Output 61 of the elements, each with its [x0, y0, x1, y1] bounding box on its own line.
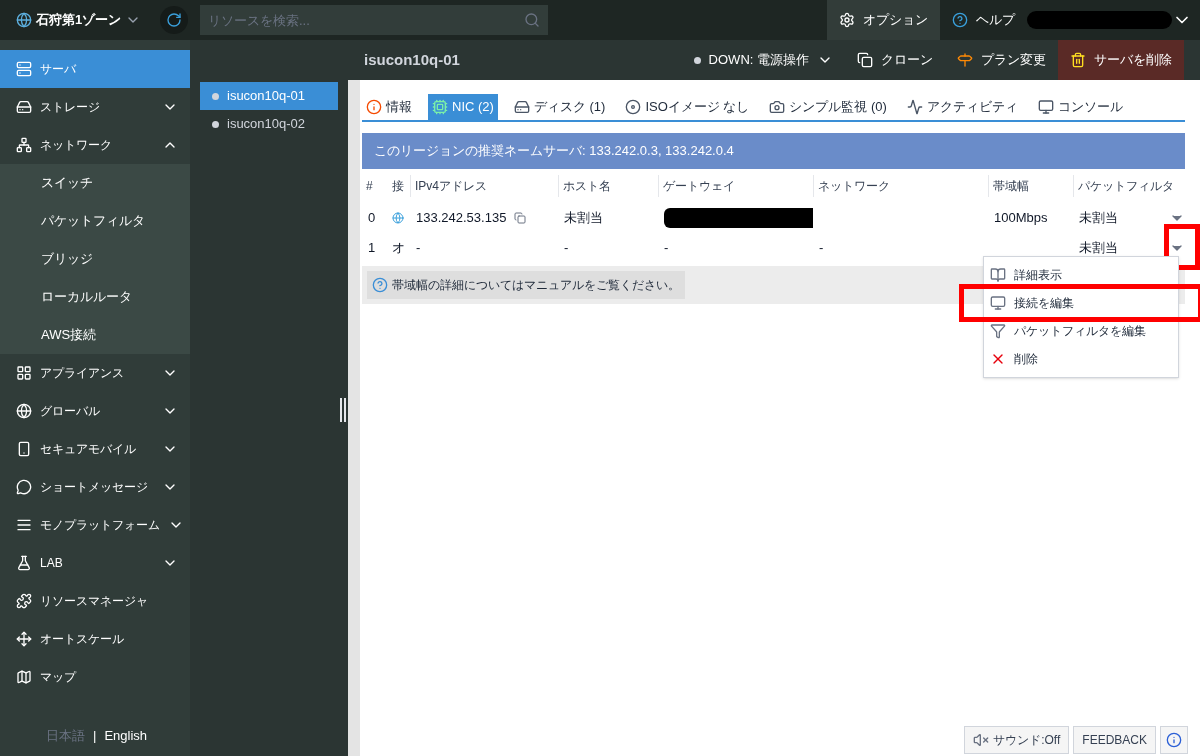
table-cell-text: 1	[368, 239, 376, 258]
sidebar-item[interactable]: ストレージ	[0, 88, 190, 126]
menu-item[interactable]: 接続を編集	[964, 289, 1198, 317]
table-cell-text: 未割当	[564, 209, 603, 228]
sound-toggle-button[interactable]: サウンド:Off	[964, 726, 1070, 754]
bandwidth-note: 帯域幅の詳細についてはマニュアルをご覧ください。	[367, 271, 685, 299]
sidebar-item[interactable]: マップ	[0, 658, 190, 696]
column-header: パケットフィルタ	[1073, 175, 1183, 197]
column-header: ホスト名	[558, 175, 658, 197]
sidebar-item[interactable]: アプライアンス	[0, 354, 190, 392]
sidebar-item[interactable]: ショートメッセージ	[0, 468, 190, 506]
table-cell-text: -	[564, 239, 569, 258]
sidebar-subitem[interactable]: ブリッジ	[0, 240, 190, 278]
sidebar-item[interactable]: オートスケール	[0, 620, 190, 658]
table-cell-text: 100Mbps	[994, 209, 1048, 228]
column-header: ネットワーク	[813, 175, 988, 197]
help-button[interactable]: ヘルプ	[940, 0, 1027, 40]
sidebar-subitem[interactable]: ローカルルータ	[0, 278, 190, 316]
zone-selector[interactable]: 石狩第1ゾーン	[36, 10, 122, 30]
sidebar-subitem[interactable]: スイッチ	[0, 164, 190, 202]
sidebar-item[interactable]: ネットワーク	[0, 126, 190, 164]
sidebar-item[interactable]: セキュアモバイル	[0, 430, 190, 468]
table-cell-text: 0	[368, 209, 376, 228]
clone-button[interactable]: クローン	[845, 40, 945, 80]
table-cell-text: -	[664, 239, 669, 258]
server-title: isucon10q-01	[363, 49, 460, 70]
delete-server-button[interactable]: サーバを削除	[1058, 40, 1184, 80]
table-cell-text: -	[416, 239, 421, 258]
menu-item[interactable]: 詳細表示	[984, 261, 1178, 289]
table-cell-text: -	[819, 239, 824, 258]
column-header: IPv4アドレス	[410, 175, 558, 197]
column-header: ゲートウェイ	[658, 175, 813, 197]
sidebar-subitem[interactable]: パケットフィルタ	[0, 202, 190, 240]
table-cell-text: 未割当	[1079, 239, 1118, 258]
tab[interactable]: 情報	[362, 94, 416, 120]
sidebar-item[interactable]: LAB	[0, 544, 190, 582]
column-header: 接	[391, 178, 405, 195]
menu-item[interactable]: 削除	[984, 345, 1178, 373]
sidebar-item[interactable]: リソースマネージャ	[0, 582, 190, 620]
table-cell-text: 133.242.53.135	[416, 209, 507, 228]
power-button[interactable]: DOWN: 電源操作	[681, 40, 845, 80]
tab[interactable]: ISOイメージ なし	[621, 94, 754, 120]
nameserver-banner: このリージョンの推奨ネームサーバ: 133.242.0.3, 133.242.0.4	[362, 133, 1185, 169]
sidebar-item[interactable]: グローバル	[0, 392, 190, 430]
plan-change-button[interactable]: プラン変更	[945, 40, 1058, 80]
language-separator: |	[93, 727, 97, 746]
tab[interactable]: シンプル監視 (0)	[765, 94, 891, 120]
feedback-button[interactable]: FEEDBACK	[1073, 726, 1156, 754]
tab[interactable]: ディスク (1)	[509, 94, 610, 120]
column-header: #	[365, 178, 374, 195]
menu-item[interactable]: パケットフィルタを編集	[984, 317, 1178, 345]
table-cell-text: 未割当	[1079, 209, 1118, 228]
sidebar-subitem[interactable]: AWS接続	[0, 316, 190, 354]
tab[interactable]: コンソール	[1033, 94, 1127, 120]
server-list-item[interactable]: isucon10q-02	[200, 110, 338, 138]
options-button[interactable]: オプション	[827, 0, 940, 40]
table-cell-text: オ	[392, 239, 405, 258]
column-header: 帯域幅	[988, 175, 1073, 197]
tab[interactable]: アクティビティ	[902, 94, 1022, 120]
sidebar-item[interactable]: モノプラットフォーム	[0, 506, 190, 544]
language-link[interactable]: English	[104, 726, 148, 746]
